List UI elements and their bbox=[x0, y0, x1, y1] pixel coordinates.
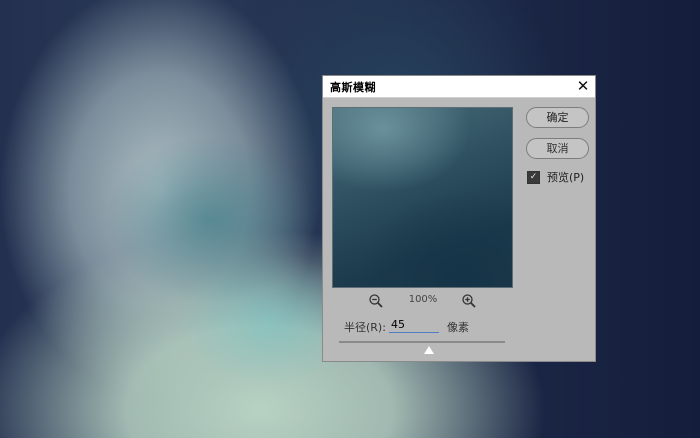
zoom-in-icon[interactable] bbox=[461, 293, 477, 309]
preview-checkbox-label: 预览(P) bbox=[547, 171, 585, 184]
cancel-button[interactable]: 取消 bbox=[526, 138, 589, 159]
radius-slider-track[interactable] bbox=[339, 341, 505, 343]
zoom-out-icon[interactable] bbox=[368, 293, 384, 309]
preview-checkbox[interactable]: ✓ bbox=[527, 170, 540, 184]
ok-button[interactable]: 确定 bbox=[526, 107, 589, 128]
radius-slider-handle[interactable] bbox=[423, 346, 434, 354]
zoom-controls: 100% bbox=[363, 293, 478, 309]
radius-label: 半径(R): bbox=[344, 321, 386, 334]
close-icon[interactable]: ✕ bbox=[575, 78, 591, 94]
preview-toggle[interactable]: ✓ 预览(P) bbox=[527, 169, 584, 185]
preview-window[interactable] bbox=[332, 107, 513, 288]
radius-unit: 像素 bbox=[447, 321, 469, 334]
radius-input[interactable] bbox=[389, 316, 439, 333]
dialog-title: 高斯模糊 bbox=[330, 81, 376, 94]
dialog-titlebar: 高斯模糊 ✕ bbox=[323, 76, 595, 98]
zoom-level: 100% bbox=[408, 294, 438, 305]
gaussian-blur-dialog: 高斯模糊 ✕ 确定 取消 ✓ 预览(P) 100% 半径(R): 像素 bbox=[322, 75, 596, 362]
